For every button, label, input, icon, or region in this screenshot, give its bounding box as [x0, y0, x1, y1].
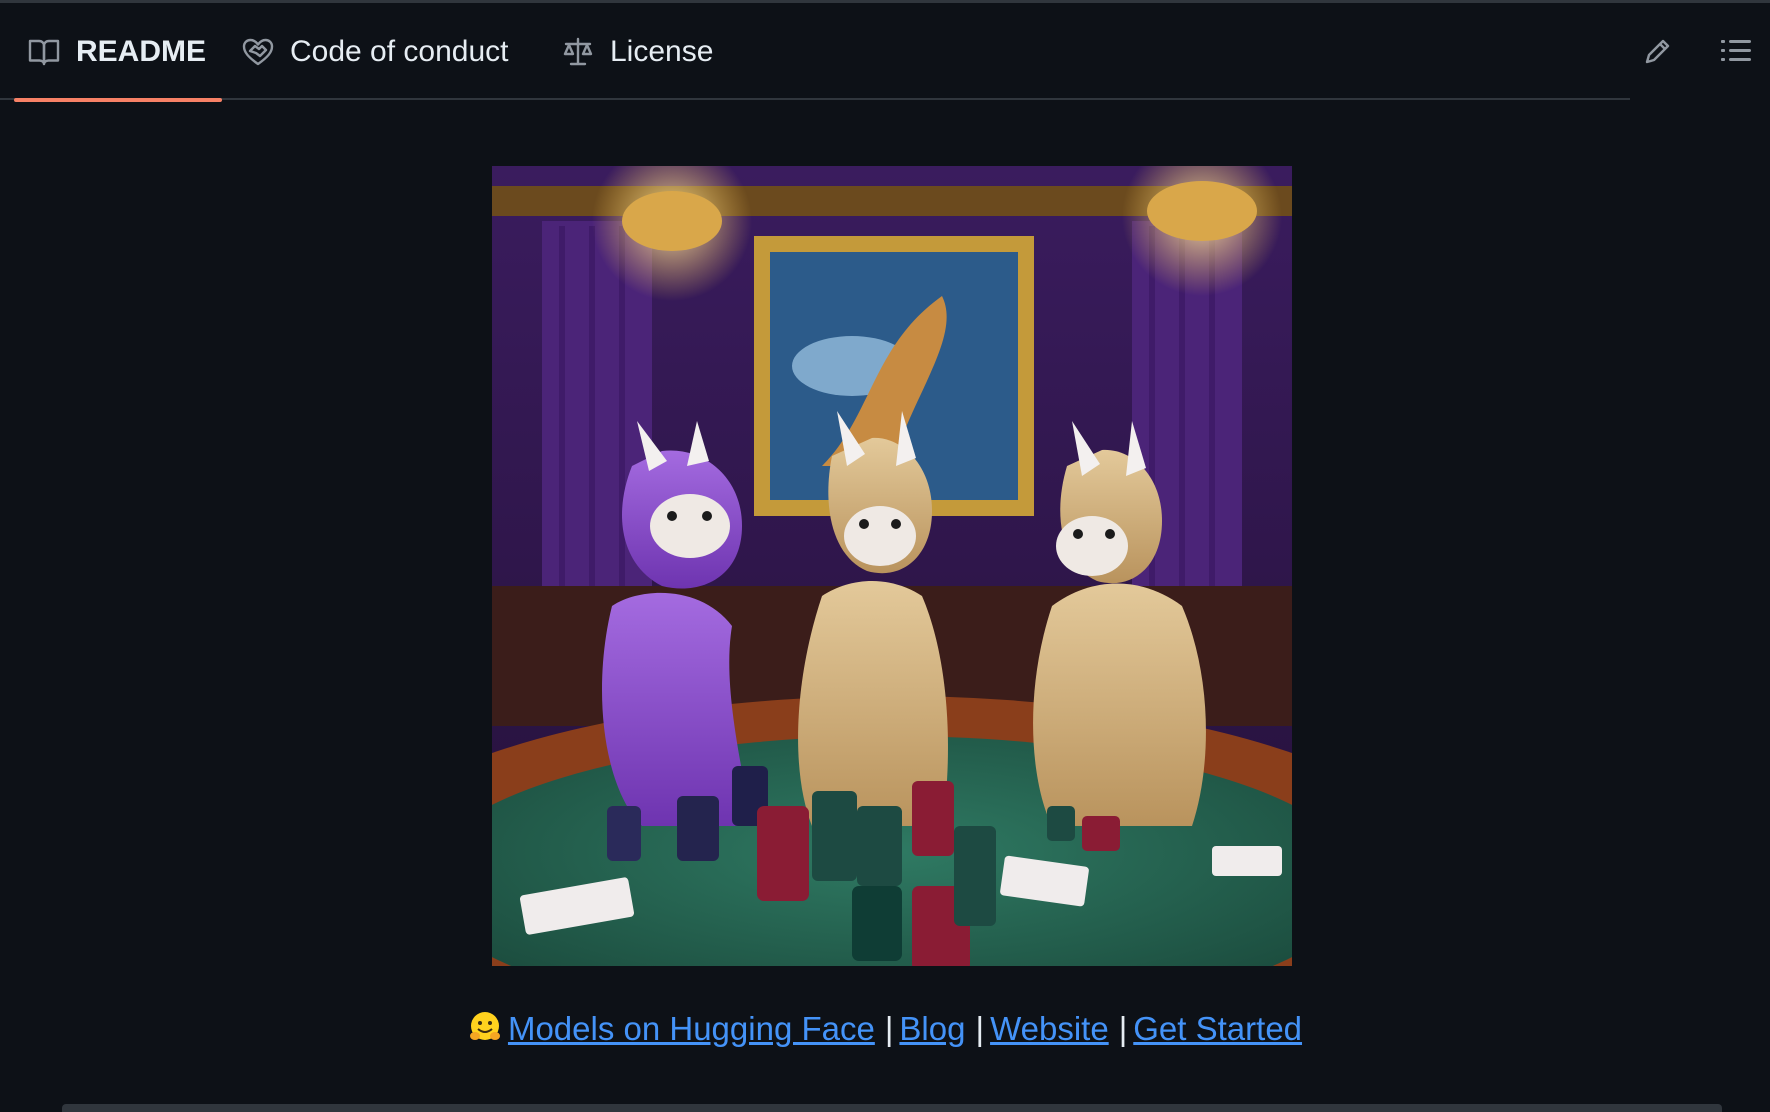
link-separator: | [1118, 1010, 1128, 1047]
get-started-link[interactable]: Get Started [1133, 1010, 1302, 1047]
readme-hero-image [492, 166, 1292, 966]
link-separator: | [975, 1010, 985, 1047]
code-of-conduct-icon [242, 37, 274, 67]
link-separator: | [884, 1010, 894, 1047]
list-icon [1720, 37, 1752, 70]
edit-file-button[interactable] [1638, 33, 1678, 73]
website-link[interactable]: Website [990, 1010, 1109, 1047]
readme-links: Models on Hugging Face | Blog | Website | Get … [0, 1010, 1770, 1048]
hugging-face-emoji-icon [468, 1010, 502, 1044]
law-scale-icon [562, 37, 594, 67]
models-on-hugging-face-link[interactable]: Models on Hugging Face [508, 1010, 875, 1047]
tab-code-of-conduct-label: Code of conduct [290, 34, 509, 68]
llamas-playing-poker-illustration [492, 166, 1292, 966]
book-icon [28, 38, 60, 66]
horizontal-rule [62, 1104, 1722, 1112]
blog-link[interactable]: Blog [899, 1010, 965, 1047]
tab-readme[interactable]: README [13, 3, 223, 102]
tab-readme-label: README [76, 34, 207, 68]
tab-license-label: License [610, 34, 714, 68]
readme-tab-bar: README Code of conduct License [0, 3, 1770, 102]
pencil-icon [1643, 36, 1673, 71]
tab-bar-gap [1630, 96, 1770, 100]
tab-license[interactable]: License [562, 3, 713, 100]
outline-button[interactable] [1716, 33, 1756, 73]
tab-code-of-conduct[interactable]: Code of conduct [242, 3, 508, 100]
